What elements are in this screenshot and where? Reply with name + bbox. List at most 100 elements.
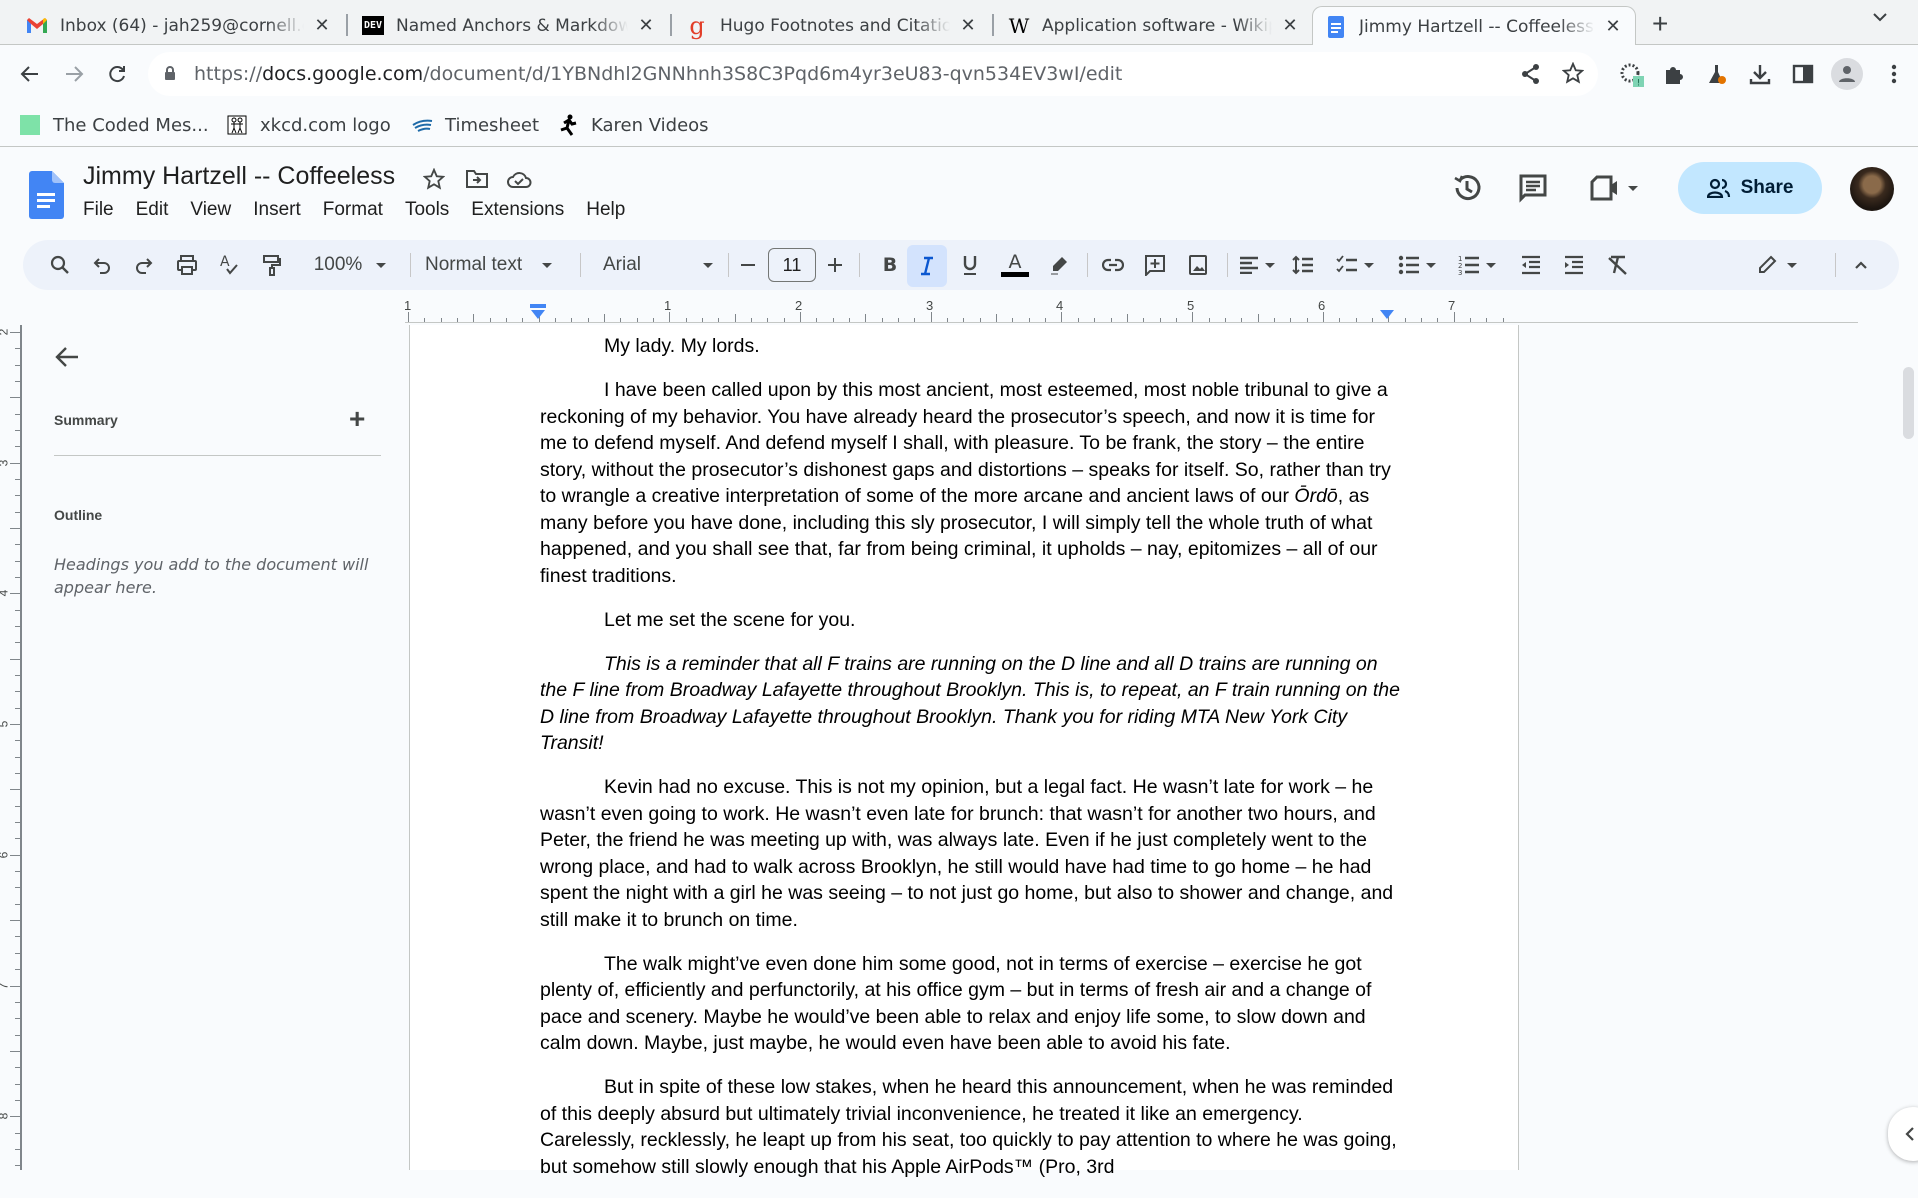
menu-insert[interactable]: Insert: [243, 197, 311, 223]
bookmark-star-icon[interactable]: [1562, 62, 1584, 84]
first-line-indent-marker[interactable]: [530, 304, 546, 308]
bookmark-coded-message[interactable]: The Coded Mes...: [19, 111, 209, 139]
close-outline-button[interactable]: [54, 345, 80, 369]
menu-view[interactable]: View: [180, 197, 241, 223]
add-comment-button[interactable]: [1137, 249, 1173, 281]
italic-button[interactable]: [907, 245, 947, 287]
side-panel-icon[interactable]: [1789, 60, 1817, 88]
chrome-menu-icon[interactable]: [1880, 60, 1908, 88]
vertical-ruler[interactable]: 2 3 4 5 6 7 8: [0, 325, 22, 1170]
vertical-scrollbar-thumb[interactable]: [1903, 367, 1914, 439]
vertical-ruler-tick: [10, 1116, 20, 1117]
insert-image-button[interactable]: [1180, 249, 1216, 281]
address-bar[interactable]: https://docs.google.com/document/d/1YBNd…: [148, 52, 1598, 96]
cloud-saved-icon[interactable]: [506, 166, 532, 192]
spellcheck-icon[interactable]: A: [214, 249, 244, 281]
close-tab-icon[interactable]: ✕: [1603, 16, 1623, 37]
show-side-panel-button[interactable]: [1888, 1107, 1918, 1161]
right-indent-marker[interactable]: [1380, 310, 1394, 319]
bookmark-karen-videos[interactable]: Karen Videos: [557, 111, 709, 139]
profile-icon[interactable]: [1831, 58, 1863, 90]
meet-dropdown-caret-icon[interactable]: [1628, 185, 1638, 191]
close-tab-icon[interactable]: ✕: [636, 15, 656, 36]
menu-help[interactable]: Help: [576, 197, 635, 223]
google-docs-logo[interactable]: [28, 171, 64, 219]
close-tab-icon[interactable]: ✕: [312, 15, 332, 36]
checklist-button[interactable]: [1333, 249, 1377, 281]
new-tab-button[interactable]: +: [1652, 8, 1668, 40]
zoom-select[interactable]: 100%: [305, 249, 395, 281]
extension-loading-icon[interactable]: !: [1617, 60, 1645, 88]
hide-menus-button[interactable]: [1846, 249, 1876, 281]
share-button[interactable]: Share: [1678, 162, 1822, 214]
text-color-button[interactable]: A: [997, 249, 1033, 281]
insert-link-button[interactable]: [1095, 249, 1131, 281]
document-body[interactable]: My lady. My lords. I have been called up…: [540, 333, 1402, 1198]
tab-gmail[interactable]: Inbox (64) - jah259@cornell.edu ✕: [14, 6, 344, 45]
increase-indent-button[interactable]: [1556, 249, 1592, 281]
url-text[interactable]: https://docs.google.com/document/d/1YBNd…: [194, 63, 1122, 85]
menu-tools[interactable]: Tools: [395, 197, 459, 223]
tab-dev[interactable]: DEV Named Anchors & Markdown ✕: [350, 6, 668, 45]
add-summary-button[interactable]: +: [349, 405, 365, 433]
paragraph[interactable]: My lady. My lords.: [540, 333, 1402, 360]
meet-video-icon[interactable]: [1590, 170, 1638, 206]
paragraph[interactable]: I have been called upon by this most anc…: [540, 377, 1402, 589]
paragraph[interactable]: But in spite of these low stakes, when h…: [540, 1074, 1402, 1180]
menu-file[interactable]: File: [83, 197, 124, 223]
editing-mode-button[interactable]: [1752, 249, 1802, 281]
close-tab-icon[interactable]: ✕: [958, 15, 978, 36]
document-page[interactable]: My lady. My lords. I have been called up…: [409, 325, 1519, 1178]
paragraph-style-select[interactable]: Normal text: [425, 249, 565, 281]
underline-button[interactable]: [952, 249, 988, 281]
undo-icon[interactable]: [87, 249, 117, 281]
menu-extensions[interactable]: Extensions: [461, 197, 574, 223]
downloads-icon[interactable]: [1746, 60, 1774, 88]
search-menus-icon[interactable]: [45, 249, 75, 281]
tab-search-chevron-icon[interactable]: [1872, 12, 1888, 22]
tab-wikipedia[interactable]: W Application software - Wikipedia ✕: [996, 6, 1312, 45]
tab-docs-active[interactable]: Jimmy Hartzell -- Coffeeless ✕: [1312, 6, 1636, 46]
star-icon[interactable]: [421, 166, 447, 192]
redo-icon[interactable]: [129, 249, 159, 281]
menu-format[interactable]: Format: [313, 197, 393, 223]
align-button[interactable]: [1235, 249, 1279, 281]
labs-flask-icon[interactable]: [1703, 60, 1731, 88]
reload-button[interactable]: [103, 60, 131, 88]
left-indent-marker[interactable]: [531, 310, 545, 319]
menu-edit[interactable]: Edit: [126, 197, 179, 223]
clear-formatting-button[interactable]: [1599, 249, 1635, 281]
paragraph[interactable]: Kevin had no excuse. This is not my opin…: [540, 774, 1402, 933]
decrease-font-size-button[interactable]: [735, 249, 763, 281]
line-spacing-button[interactable]: [1285, 249, 1321, 281]
extensions-puzzle-icon[interactable]: [1660, 60, 1688, 88]
highlight-color-button[interactable]: [1041, 249, 1077, 281]
version-history-icon[interactable]: [1449, 170, 1485, 206]
numbered-list-button[interactable]: 123: [1455, 249, 1499, 281]
increase-font-size-button[interactable]: [821, 249, 849, 281]
decrease-indent-button[interactable]: [1513, 249, 1549, 281]
share-page-icon[interactable]: [1520, 63, 1542, 85]
comments-icon[interactable]: [1515, 170, 1551, 206]
paragraph[interactable]: The walk might’ve even done him some goo…: [540, 951, 1402, 1057]
font-size-input[interactable]: 11: [768, 248, 816, 282]
horizontal-ruler[interactable]: 1 1 2 3 4 5 6 7: [0, 298, 1918, 324]
font-family-select[interactable]: Arial: [603, 249, 713, 281]
tab-hugo[interactable]: g Hugo Footnotes and Citations ✕: [674, 6, 990, 45]
bookmark-timesheet[interactable]: Timesheet: [411, 111, 539, 139]
forward-button[interactable]: [60, 60, 88, 88]
user-avatar[interactable]: [1850, 167, 1894, 211]
print-icon[interactable]: [172, 249, 202, 281]
paragraph[interactable]: Let me set the scene for you.: [540, 607, 1402, 634]
paragraph-italic-announcement[interactable]: This is a reminder that all F trains are…: [540, 651, 1402, 757]
document-title[interactable]: Jimmy Hartzell -- Coffeeless: [83, 162, 395, 191]
ruler-tick: [996, 314, 997, 322]
close-tab-icon[interactable]: ✕: [1280, 15, 1300, 36]
move-folder-icon[interactable]: [464, 166, 490, 192]
bold-button[interactable]: B: [871, 249, 909, 281]
paint-format-icon[interactable]: [257, 249, 287, 281]
ruler-tick: [931, 312, 932, 322]
bulleted-list-button[interactable]: [1395, 249, 1439, 281]
bookmark-xkcd[interactable]: xkcd.com logo: [226, 111, 391, 139]
back-button[interactable]: [16, 60, 44, 88]
